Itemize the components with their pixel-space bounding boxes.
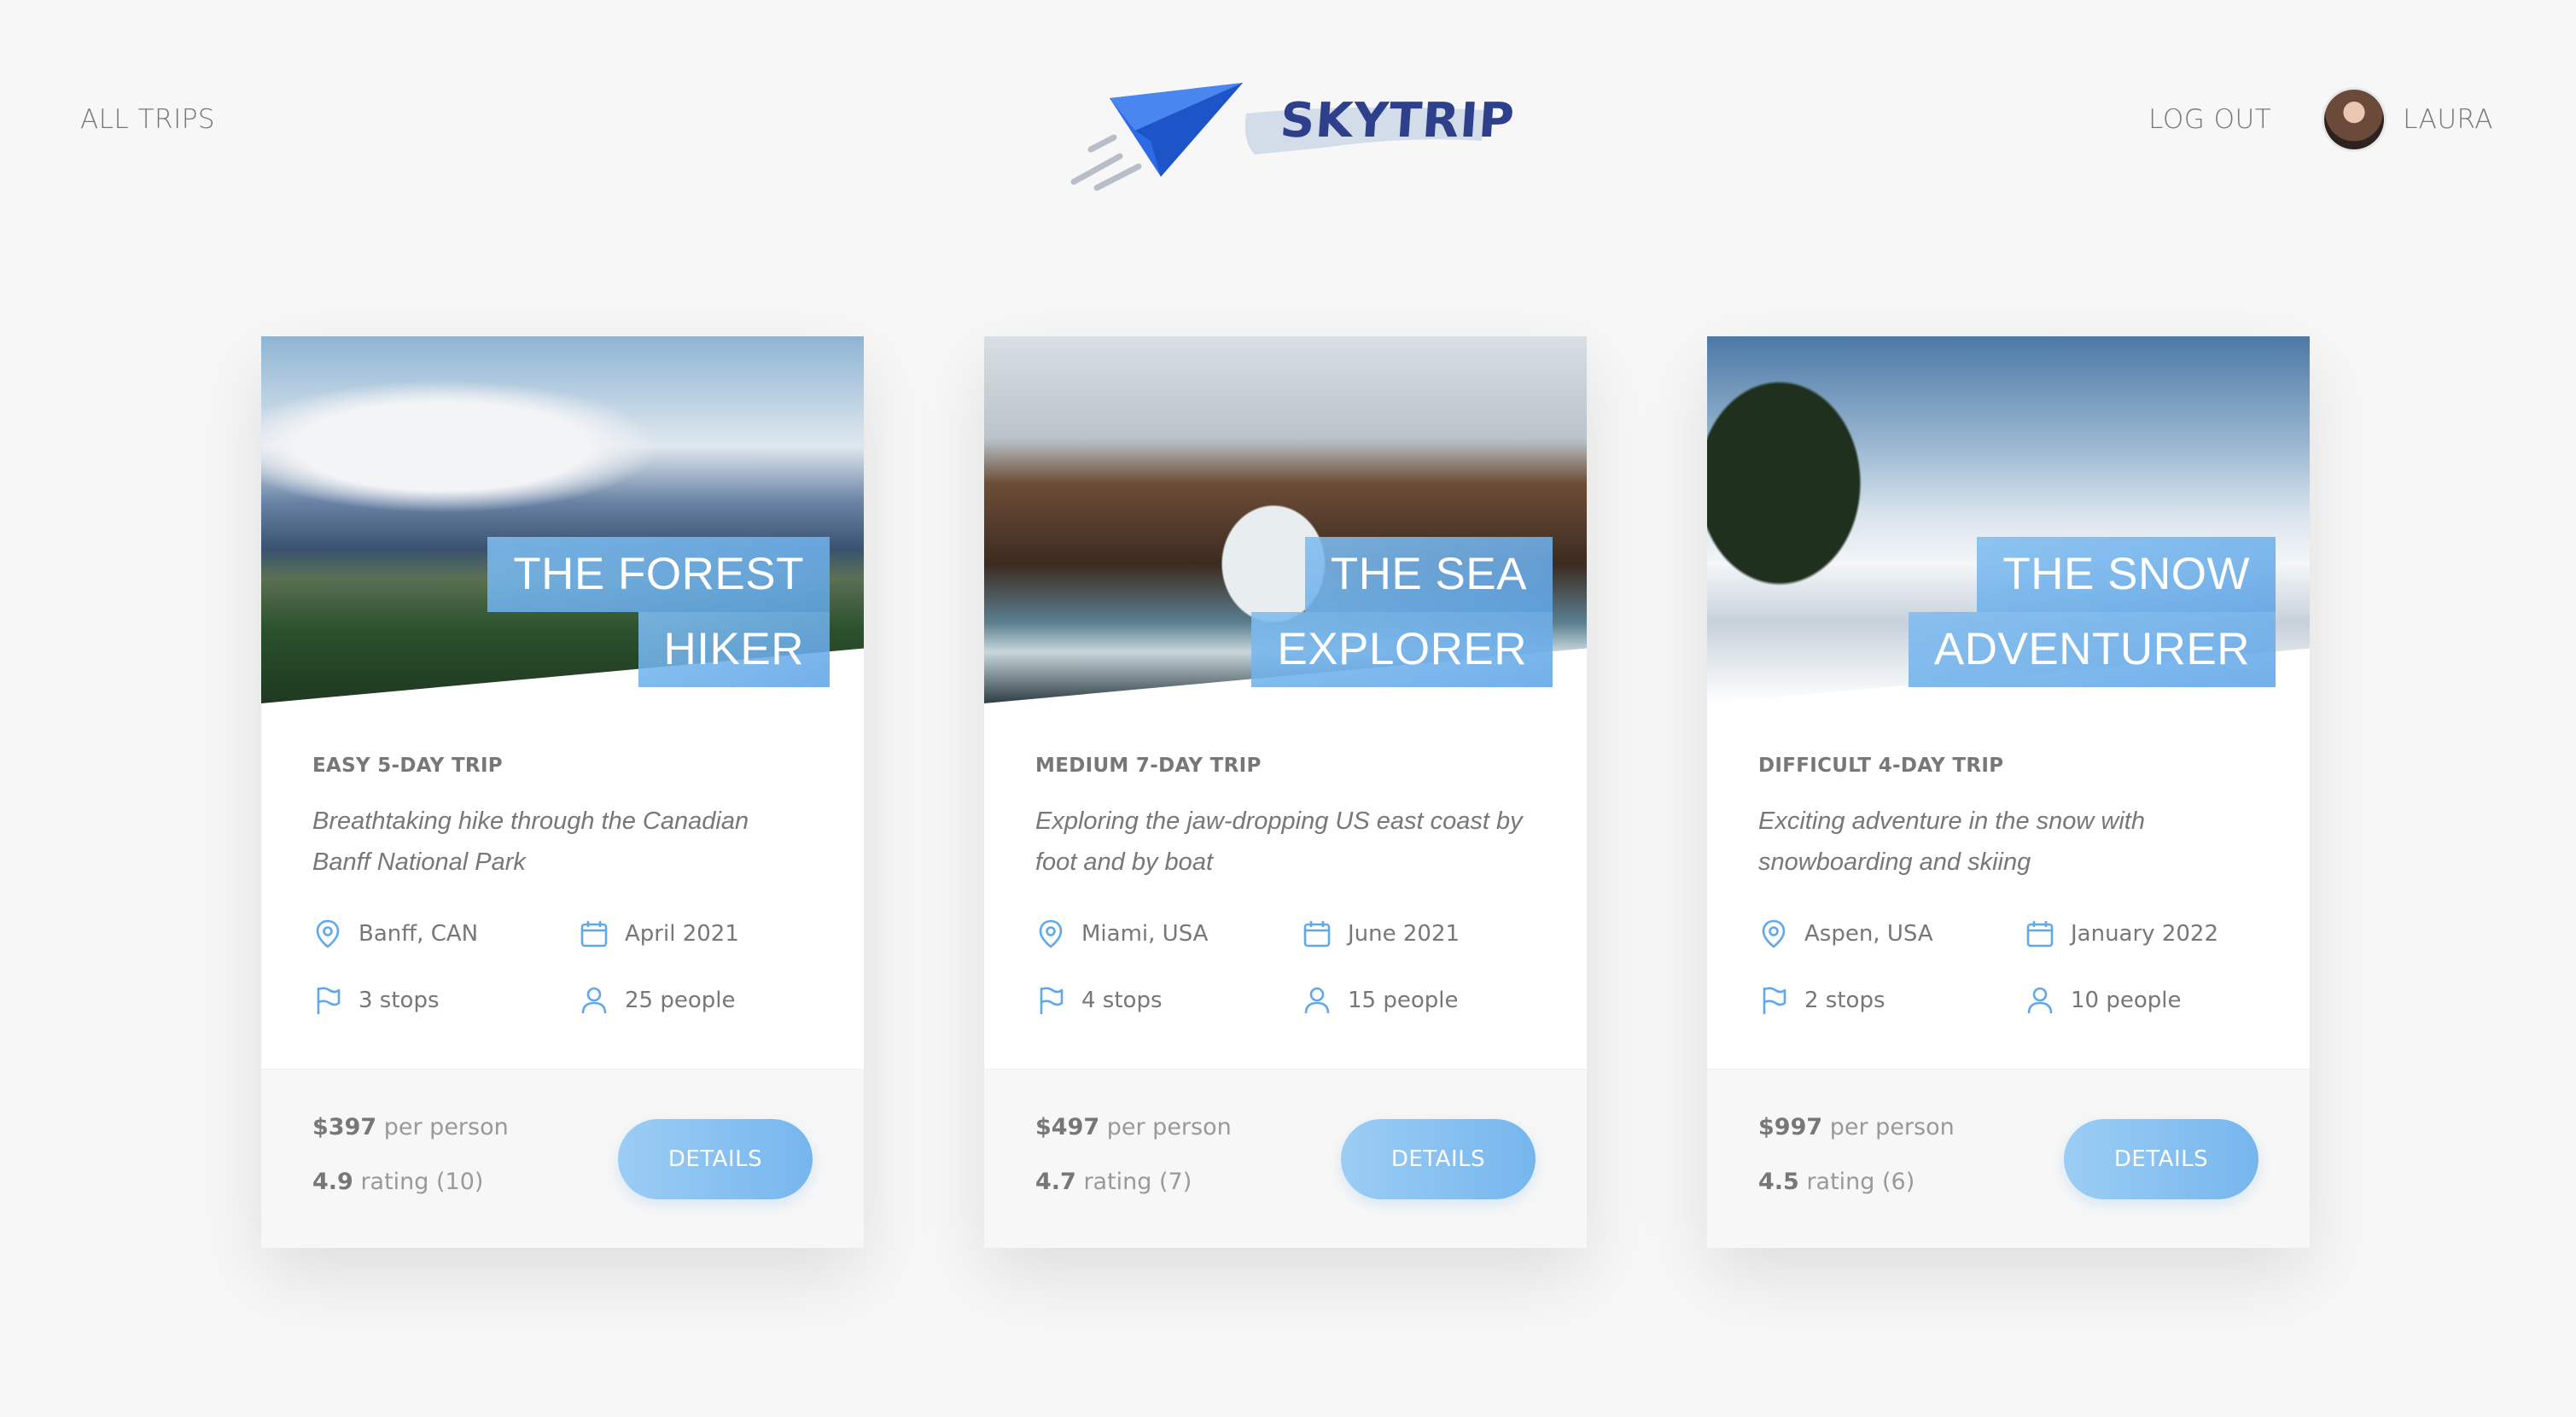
card-details: DIFFICULT 4-DAY TRIP Exciting adventure …	[1758, 755, 2258, 925]
card-price-suffix: per person	[1106, 1114, 1232, 1140]
card-location: Aspen, USA	[1758, 918, 1933, 949]
card-date-text: June 2021	[1348, 921, 1460, 947]
card-details: EASY 5-DAY TRIP Breathtaking hike throug…	[312, 755, 813, 925]
card-price-value: $497	[1035, 1114, 1100, 1140]
card-people-text: 10 people	[2071, 988, 2182, 1013]
card-footer: $497 per person 4.7 rating (7) DETAILS	[984, 1069, 1587, 1248]
card-rating: 4.5 rating (6)	[1758, 1169, 1915, 1195]
calendar-icon	[579, 918, 609, 949]
trip-card-snow-adventurer: THE SNOW ADVENTURER DIFFICULT 4-DAY TRIP…	[1707, 336, 2310, 1248]
user-name: LAURA	[2403, 104, 2493, 135]
trip-card-forest-hiker: THE FOREST HIKER EASY 5-DAY TRIP Breatht…	[261, 336, 864, 1248]
card-rating-value: 4.7	[1035, 1169, 1076, 1195]
card-footer: $397 per person 4.9 rating (10) DETAILS	[261, 1069, 864, 1248]
card-people: 25 people	[579, 985, 735, 1016]
card-date: January 2022	[2025, 918, 2218, 949]
user-icon	[1302, 985, 1332, 1016]
calendar-icon	[1302, 918, 1332, 949]
card-stops: 4 stops	[1035, 985, 1163, 1016]
card-price: $397 per person	[312, 1114, 509, 1140]
card-sub-heading: DIFFICULT 4-DAY TRIP	[1758, 755, 2004, 777]
card-people-text: 25 people	[625, 988, 736, 1013]
card-people: 10 people	[2025, 985, 2181, 1016]
card-footer: $997 per person 4.5 rating (6) DETAILS	[1707, 1069, 2310, 1248]
card-location-text: Aspen, USA	[1804, 921, 1933, 947]
flag-icon	[1035, 985, 1066, 1016]
card-rating-suffix: rating (7)	[1083, 1169, 1192, 1195]
card-location: Miami, USA	[1035, 918, 1208, 949]
card-heading-line: HIKER	[638, 612, 830, 687]
card-heading-line: ADVENTURER	[1908, 612, 2276, 687]
card-date-text: April 2021	[625, 921, 739, 947]
map-pin-icon	[1758, 918, 1789, 949]
card-stops-text: 4 stops	[1081, 988, 1163, 1013]
logout-link[interactable]: LOG OUT	[2148, 104, 2271, 135]
skytrip-logo[interactable]: SKYTRIP	[1067, 81, 1517, 196]
trip-card-sea-explorer: THE SEA EXPLORER MEDIUM 7-DAY TRIP Explo…	[984, 336, 1587, 1248]
card-description: Exploring the jaw-dropping US east coast…	[1035, 808, 1523, 876]
nav-all-trips-link[interactable]: ALL TRIPS	[80, 104, 215, 135]
card-price-value: $397	[312, 1114, 377, 1140]
map-pin-icon	[1035, 918, 1066, 949]
card-stops-text: 2 stops	[1804, 988, 1885, 1013]
card-date: June 2021	[1302, 918, 1460, 949]
card-heading-line: EXPLORER	[1251, 612, 1553, 687]
card-price: $997 per person	[1758, 1114, 1955, 1140]
user-icon	[579, 985, 609, 1016]
card-stops: 3 stops	[312, 985, 440, 1016]
card-rating: 4.9 rating (10)	[312, 1169, 483, 1195]
card-sub-heading: MEDIUM 7-DAY TRIP	[1035, 755, 1262, 777]
card-sub-heading: EASY 5-DAY TRIP	[312, 755, 503, 777]
card-description: Breathtaking hike through the Canadian B…	[312, 808, 749, 876]
calendar-icon	[2025, 918, 2055, 949]
flag-icon	[312, 985, 343, 1016]
card-location: Banff, CAN	[312, 918, 478, 949]
details-button[interactable]: DETAILS	[618, 1119, 813, 1199]
card-price-suffix: per person	[383, 1114, 509, 1140]
card-price-value: $997	[1758, 1114, 1823, 1140]
user-profile[interactable]: LAURA	[2324, 90, 2493, 149]
details-button[interactable]: DETAILS	[1341, 1119, 1536, 1199]
card-heading: THE FOREST HIKER	[403, 537, 830, 687]
card-date: April 2021	[579, 918, 739, 949]
card-people: 15 people	[1302, 985, 1458, 1016]
card-people-text: 15 people	[1348, 988, 1459, 1013]
card-heading: THE SEA EXPLORER	[1126, 537, 1553, 687]
card-location-text: Banff, CAN	[358, 921, 479, 947]
card-rating: 4.7 rating (7)	[1035, 1169, 1192, 1195]
card-date-text: January 2022	[2071, 921, 2218, 947]
card-heading-line: THE SEA	[1304, 537, 1553, 612]
user-icon	[2025, 985, 2055, 1016]
card-rating-value: 4.9	[312, 1169, 353, 1195]
card-heading-line: THE SNOW	[1977, 537, 2276, 612]
logo-text: SKYTRIP	[1278, 93, 1517, 149]
card-rating-suffix: rating (6)	[1806, 1169, 1915, 1195]
avatar	[2324, 90, 2385, 149]
details-button[interactable]: DETAILS	[2064, 1119, 2258, 1199]
card-stops-text: 3 stops	[358, 988, 440, 1013]
card-price-suffix: per person	[1829, 1114, 1955, 1140]
flag-icon	[1758, 985, 1789, 1016]
card-price: $497 per person	[1035, 1114, 1232, 1140]
card-rating-value: 4.5	[1758, 1169, 1799, 1195]
card-description: Exciting adventure in the snow with snow…	[1758, 808, 2145, 876]
card-heading-line: THE FOREST	[487, 537, 830, 612]
map-pin-icon	[312, 918, 343, 949]
card-heading: THE SNOW ADVENTURER	[1849, 537, 2276, 687]
card-stops: 2 stops	[1758, 985, 1885, 1016]
card-details: MEDIUM 7-DAY TRIP Exploring the jaw-drop…	[1035, 755, 1536, 925]
card-rating-suffix: rating (10)	[360, 1169, 484, 1195]
site-header: ALL TRIPS SKYTRIP LOG OUT LAURA	[0, 0, 2576, 248]
card-location-text: Miami, USA	[1081, 921, 1209, 947]
user-nav: LOG OUT LAURA	[2148, 90, 2493, 149]
